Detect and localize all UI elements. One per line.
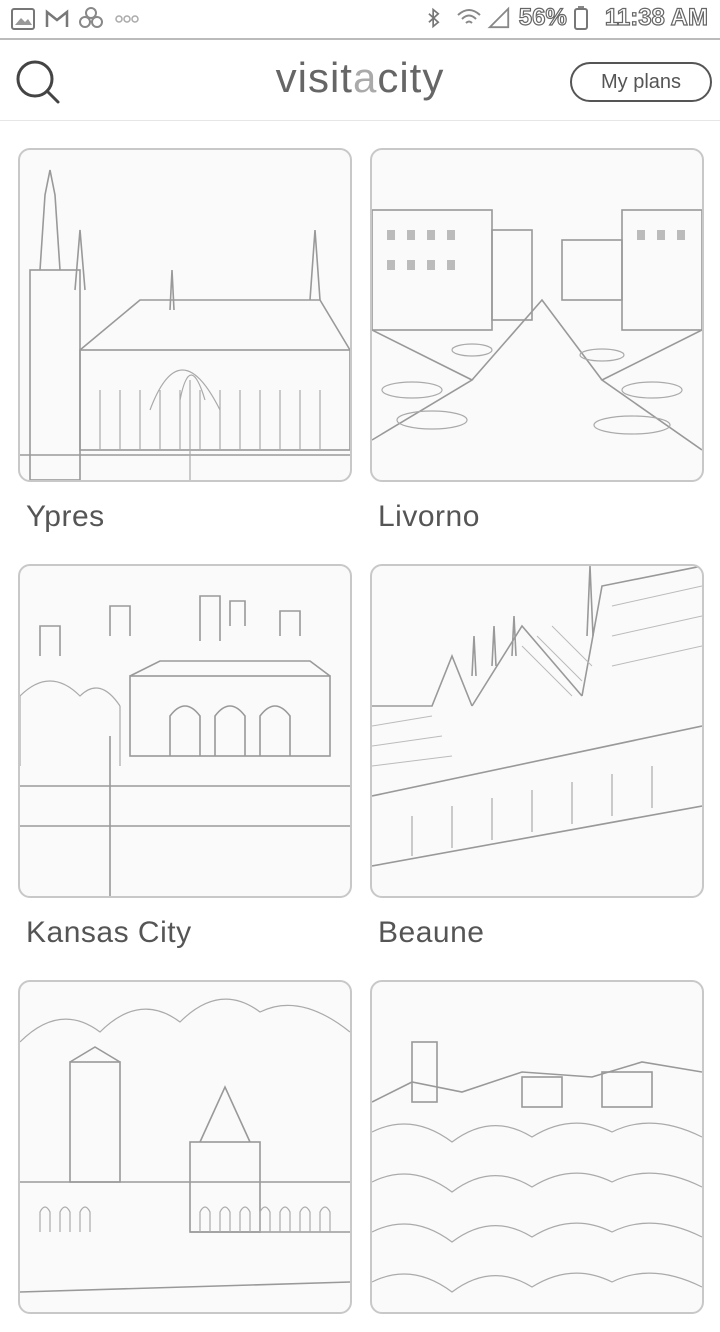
city-card-beaune[interactable]: Beaune: [370, 564, 704, 950]
city-photo: [18, 564, 352, 898]
city-photo: [18, 148, 352, 482]
brand-accent: a: [352, 54, 378, 101]
city-card-5[interactable]: [18, 980, 352, 1332]
city-illustration-livorno: [372, 209, 702, 451]
wifi-icon: [455, 5, 481, 31]
city-illustration-6: [372, 1041, 702, 1293]
city-photo: [370, 148, 704, 482]
city-grid: Ypres Livorno Kansas City Beaune: [0, 120, 720, 1314]
gallery-icon: [10, 6, 36, 32]
city-name: Livorno: [378, 500, 480, 533]
my-plans-button[interactable]: My plans: [570, 62, 712, 102]
app-header: visitacity My plans: [0, 42, 720, 121]
city-card-livorno[interactable]: Livorno: [370, 148, 704, 534]
city-illustration-5: [20, 998, 350, 1293]
brand-suffix: city: [377, 54, 445, 101]
city-photo: [370, 980, 704, 1314]
status-bar: 56% 11:38 AM: [0, 0, 720, 40]
pinwheel-icon: [78, 6, 104, 32]
city-card-kansas-city[interactable]: Kansas City: [18, 564, 352, 950]
bluetooth-icon: [423, 5, 449, 31]
city-name: Kansas City: [26, 916, 192, 949]
brand-prefix: visit: [275, 54, 353, 101]
clock: 11:38 AM: [604, 3, 708, 31]
battery-percent: 56%: [518, 3, 567, 31]
battery-icon: [573, 5, 599, 31]
city-illustration-ypres: [20, 169, 350, 480]
notification-icons: [10, 6, 139, 32]
more-dots-icon: [112, 6, 139, 32]
city-photo: [18, 980, 352, 1314]
gmail-icon: [44, 6, 70, 32]
system-status: 56% 11:38 AM: [423, 3, 709, 32]
city-illustration-kansas-city: [20, 595, 350, 896]
city-illustration-beaune: [372, 566, 702, 867]
city-name: Beaune: [378, 916, 485, 949]
city-card-6[interactable]: [370, 980, 704, 1332]
city-name: Ypres: [26, 500, 105, 533]
city-card-ypres[interactable]: Ypres: [18, 148, 352, 534]
city-photo: [370, 564, 704, 898]
signal-icon: [487, 5, 513, 31]
